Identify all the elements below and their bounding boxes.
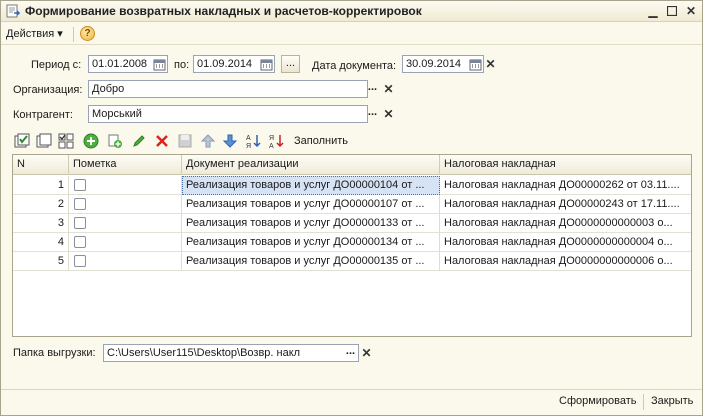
generate-button[interactable]: Сформировать <box>559 395 637 407</box>
window-title: Формирование возвратных накладных и расч… <box>25 4 422 18</box>
calendar-icon[interactable] <box>469 58 482 71</box>
svg-text:Я: Я <box>269 135 274 142</box>
copy-row-icon[interactable] <box>106 132 124 150</box>
contractor-label: Контрагент: <box>13 109 73 121</box>
row-doc-cell[interactable]: Реализация товаров и услуг ДО00000134 от… <box>182 233 440 252</box>
svg-text:A: A <box>269 143 274 149</box>
table-row[interactable]: 4 Реализация товаров и услуг ДО00000134 … <box>13 233 691 252</box>
row-number: 3 <box>13 214 69 233</box>
main-window: Формирование возвратных накладных и расч… <box>0 0 703 416</box>
doc-date-label: Дата документа: <box>312 60 397 72</box>
row-tax-cell[interactable]: Налоговая накладная ДО00000243 от 17.11.… <box>440 195 691 214</box>
org-input[interactable]: Добро <box>88 80 368 98</box>
edit-row-icon[interactable] <box>130 132 148 150</box>
row-tax-cell[interactable]: Налоговая накладная ДО0000000000003 о... <box>440 214 691 233</box>
move-up-icon[interactable] <box>199 132 217 150</box>
contractor-select-button[interactable]: ... <box>364 105 381 123</box>
row-checkbox[interactable] <box>74 217 86 229</box>
clear-contractor-icon[interactable]: ✕ <box>382 107 395 121</box>
add-row-icon[interactable] <box>82 132 100 150</box>
maximize-icon[interactable] <box>663 3 681 19</box>
period-select-button[interactable]: ... <box>281 55 300 73</box>
doc-date-value: 30.09.2014 <box>406 58 462 70</box>
col-mark-header[interactable]: Пометка <box>69 155 182 175</box>
sort-asc-icon[interactable]: AЯ <box>244 132 262 150</box>
export-browse-button[interactable]: ... <box>342 344 359 362</box>
row-checkbox[interactable] <box>74 255 86 267</box>
clear-org-icon[interactable]: ✕ <box>382 82 395 96</box>
row-number: 1 <box>13 176 69 195</box>
table-header: N Пометка Документ реализации Налоговая … <box>13 155 691 175</box>
contractor-value: Морський <box>92 108 142 120</box>
minimize-icon[interactable]: ▁ <box>644 3 662 19</box>
row-tax-cell[interactable]: Налоговая накладная ДО00000262 от 03.11.… <box>440 176 691 195</box>
export-folder-value: C:\Users\User115\Desktop\Возвр. накл <box>107 347 301 359</box>
delete-row-icon[interactable] <box>153 132 171 150</box>
col-doc-header[interactable]: Документ реализации <box>182 155 440 175</box>
svg-text:Я: Я <box>246 143 251 149</box>
actions-menu[interactable]: Действия ▾ <box>6 27 63 40</box>
row-mark-cell <box>69 176 182 195</box>
documents-table: N Пометка Документ реализации Налоговая … <box>12 154 692 337</box>
table-row[interactable]: 1 Реализация товаров и услуг ДО00000104 … <box>13 176 691 195</box>
row-mark-cell <box>69 195 182 214</box>
row-mark-cell <box>69 233 182 252</box>
row-checkbox[interactable] <box>74 198 86 210</box>
row-checkbox[interactable] <box>74 236 86 248</box>
calendar-icon[interactable] <box>260 58 273 71</box>
table-row[interactable]: 3 Реализация товаров и услуг ДО00000133 … <box>13 214 691 233</box>
check-all-icon[interactable] <box>13 132 31 150</box>
col-tax-header[interactable]: Налоговая накладная <box>440 155 691 175</box>
row-doc-cell[interactable]: Реализация товаров и услуг ДО00000133 от… <box>182 214 440 233</box>
row-checkbox[interactable] <box>74 179 86 191</box>
svg-text:A: A <box>246 135 251 142</box>
row-tax-cell[interactable]: Налоговая накладная ДО0000000000004 о... <box>440 233 691 252</box>
row-tax-cell[interactable]: Налоговая накладная ДО0000000000006 о... <box>440 252 691 271</box>
period-to-label: по: <box>174 59 190 71</box>
sort-desc-icon[interactable]: ЯA <box>267 132 285 150</box>
row-number: 5 <box>13 252 69 271</box>
row-mark-cell <box>69 214 182 233</box>
org-value: Добро <box>92 83 125 95</box>
form-icon <box>6 4 20 18</box>
help-icon[interactable]: ? <box>80 26 95 41</box>
uncheck-all-icon[interactable] <box>35 132 53 150</box>
org-label: Организация: <box>13 84 83 96</box>
period-to-value: 01.09.2014 <box>197 58 253 70</box>
clear-export-icon[interactable]: ✕ <box>360 346 373 360</box>
row-number: 2 <box>13 195 69 214</box>
row-mark-cell <box>69 252 182 271</box>
org-select-button[interactable]: ... <box>364 80 381 98</box>
fill-button[interactable]: Заполнить <box>294 135 348 147</box>
col-n-header[interactable]: N <box>13 155 69 175</box>
invert-check-icon[interactable] <box>57 132 75 150</box>
row-number: 4 <box>13 233 69 252</box>
menu-bar: Действия ▾ ? <box>1 23 702 45</box>
close-icon[interactable]: ✕ <box>682 3 700 19</box>
close-button[interactable]: Закрыть <box>651 395 693 407</box>
export-folder-label: Папка выгрузки: <box>13 347 96 359</box>
row-doc-cell[interactable]: Реализация товаров и услуг ДО00000135 от… <box>182 252 440 271</box>
menu-divider <box>73 27 74 42</box>
table-row[interactable]: 5 Реализация товаров и услуг ДО00000135 … <box>13 252 691 271</box>
row-doc-cell[interactable]: Реализация товаров и услуг ДО00000104 от… <box>182 176 440 195</box>
move-down-icon[interactable] <box>221 132 239 150</box>
title-bar: Формирование возвратных накладных и расч… <box>1 1 702 22</box>
table-row[interactable]: 2 Реализация товаров и услуг ДО00000107 … <box>13 195 691 214</box>
end-edit-icon[interactable] <box>176 132 194 150</box>
calendar-icon[interactable] <box>153 58 166 71</box>
footer-divider <box>1 389 702 390</box>
period-from-value: 01.01.2008 <box>92 58 148 70</box>
period-from-label: Период с: <box>31 59 82 71</box>
clear-doc-date-icon[interactable]: ✕ <box>484 57 497 71</box>
row-doc-cell[interactable]: Реализация товаров и услуг ДО00000107 от… <box>182 195 440 214</box>
export-folder-input[interactable]: C:\Users\User115\Desktop\Возвр. накл <box>103 344 359 362</box>
footer-separator <box>643 394 644 410</box>
contractor-input[interactable]: Морський <box>88 105 368 123</box>
